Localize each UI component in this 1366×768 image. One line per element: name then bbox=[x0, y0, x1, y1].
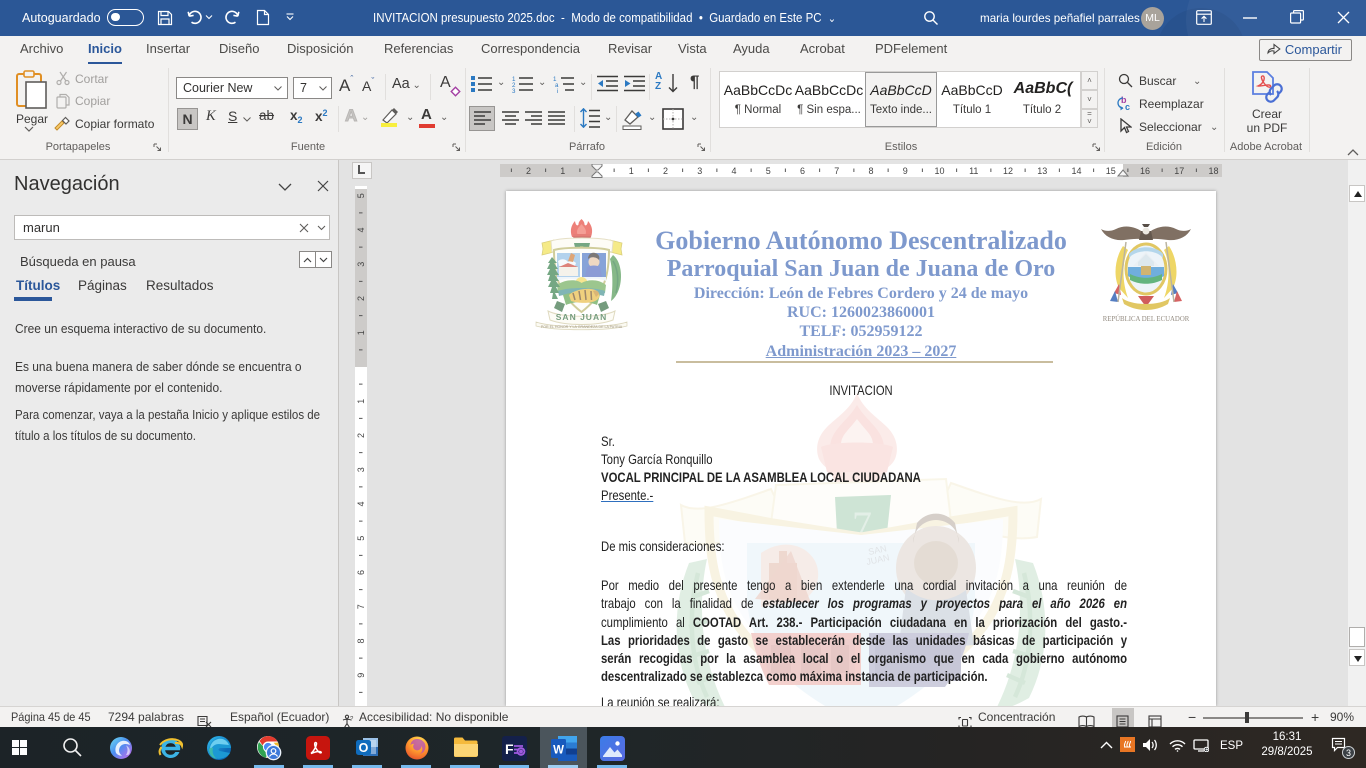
svg-text:13: 13 bbox=[1037, 166, 1047, 176]
svg-text:4: 4 bbox=[356, 501, 366, 506]
svg-text:i: i bbox=[557, 88, 558, 93]
svg-text:3: 3 bbox=[697, 166, 702, 176]
svg-text:7: 7 bbox=[834, 166, 839, 176]
svg-text:REPÚBLICA DEL ECUADOR: REPÚBLICA DEL ECUADOR bbox=[1103, 315, 1190, 323]
svg-text:16: 16 bbox=[1140, 166, 1150, 176]
svg-text:9: 9 bbox=[356, 673, 366, 678]
svg-text:4: 4 bbox=[731, 166, 736, 176]
svg-text:3: 3 bbox=[356, 262, 366, 267]
svg-text:7: 7 bbox=[356, 604, 366, 609]
svg-text:8: 8 bbox=[868, 166, 873, 176]
svg-text:14: 14 bbox=[1071, 166, 1081, 176]
svg-text:3: 3 bbox=[512, 88, 516, 93]
svg-text:c: c bbox=[1125, 102, 1130, 112]
svg-text:1: 1 bbox=[629, 166, 634, 176]
svg-text:4: 4 bbox=[356, 227, 366, 232]
svg-text:9: 9 bbox=[903, 166, 908, 176]
svg-text:5: 5 bbox=[356, 193, 366, 198]
svg-text:W: W bbox=[553, 745, 564, 757]
svg-text:2: 2 bbox=[356, 296, 366, 301]
svg-text:12: 12 bbox=[1003, 166, 1013, 176]
svg-text:2: 2 bbox=[663, 166, 668, 176]
svg-text:11: 11 bbox=[969, 166, 978, 176]
svg-text:1: 1 bbox=[560, 166, 565, 176]
svg-text:1: 1 bbox=[356, 330, 366, 335]
svg-text:17: 17 bbox=[1174, 166, 1184, 176]
svg-text:?: ? bbox=[350, 717, 354, 723]
svg-text:5: 5 bbox=[766, 166, 771, 176]
svg-text:6: 6 bbox=[800, 166, 805, 176]
svg-text:SAN JUAN: SAN JUAN bbox=[556, 312, 607, 322]
svg-text:3: 3 bbox=[356, 467, 366, 472]
svg-text:O: O bbox=[359, 741, 369, 755]
svg-text:1: 1 bbox=[356, 399, 366, 404]
svg-text:2: 2 bbox=[526, 166, 531, 176]
svg-text:POR EL HONOR Y LA GRANDEZA DE: POR EL HONOR Y LA GRANDEZA DE LA PATRIA bbox=[541, 325, 623, 329]
svg-text:8: 8 bbox=[356, 638, 366, 643]
svg-text:10: 10 bbox=[934, 166, 944, 176]
svg-text:6: 6 bbox=[356, 570, 366, 575]
svg-text:5: 5 bbox=[356, 536, 366, 541]
svg-text:2: 2 bbox=[356, 433, 366, 438]
svg-text:15: 15 bbox=[1106, 166, 1116, 176]
svg-text:F: F bbox=[505, 741, 514, 757]
svg-text:18: 18 bbox=[1208, 166, 1218, 176]
